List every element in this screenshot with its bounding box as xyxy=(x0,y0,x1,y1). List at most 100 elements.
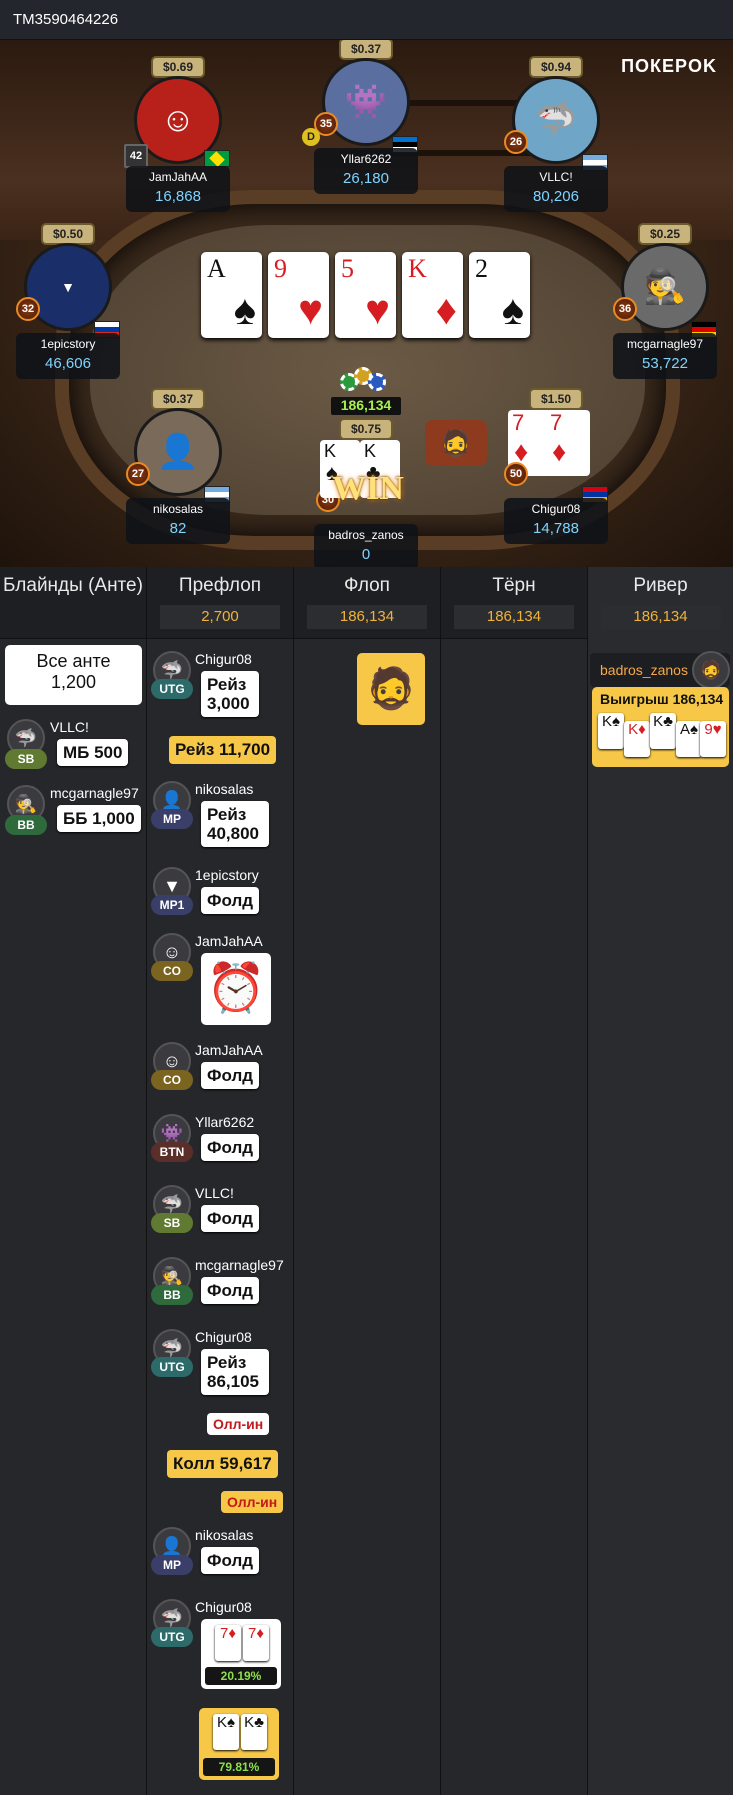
player-name: Yllar6262 xyxy=(195,1114,255,1130)
column-pot: 186,134 xyxy=(454,605,574,629)
seat-nikosalas[interactable]: $0.37 👤 27 nikosalas 82 xyxy=(118,390,238,560)
ante-box: Все анте 1,200 xyxy=(5,645,142,705)
mini-card: K♠ xyxy=(598,713,624,749)
player-plate: VLLC! 80,206 xyxy=(504,166,608,212)
player-name: VLLC! xyxy=(539,170,573,184)
action-box: Фолд xyxy=(201,1062,260,1089)
mini-card: 7♦ xyxy=(243,1625,269,1661)
equity-label: 20.19% xyxy=(205,1667,277,1685)
lucky-you-icon: ▼ xyxy=(24,243,112,331)
position-badge: UTG xyxy=(151,679,193,699)
board-card: A ♠ xyxy=(201,252,262,338)
alarm-clock-icon: ⏰ xyxy=(201,953,271,1025)
player-plate: JamJahAA 16,868 xyxy=(126,166,230,212)
hand-history: Блайнды (Анте) Все анте 1,200 🦈 SB VLLC!… xyxy=(0,567,733,1795)
seat-bet: $0.94 xyxy=(530,58,582,76)
action-box: Фолд xyxy=(201,1277,260,1304)
player-stack: 82 xyxy=(169,520,187,537)
column-title: Флоп xyxy=(344,575,390,596)
player-stack: 26,180 xyxy=(343,170,389,187)
seat-vllc[interactable]: $0.94 🦈 26 VLLC! 80,206 xyxy=(496,58,616,228)
player-name: mcgarnagle97 xyxy=(195,1257,284,1273)
card-rank: K xyxy=(364,441,377,461)
position-badge: CO xyxy=(151,961,193,981)
player-stack: 80,206 xyxy=(533,188,579,205)
column-pot: 186,134 xyxy=(307,605,427,629)
card-suit: ♠ xyxy=(233,286,256,333)
column-pot: 2,700 xyxy=(160,605,280,629)
player-name: mcgarnagle97 xyxy=(626,337,704,351)
player-name: 1epicstory xyxy=(40,337,96,351)
flag-brazil-icon xyxy=(204,150,230,167)
column-river: Ривер 186,134 badros_zanos 🧔 Выигрыш 186… xyxy=(588,567,733,1795)
player-name: Chigur08 xyxy=(195,651,252,667)
hero-avatar-icon: 🧔 xyxy=(692,651,730,689)
card-rank: K xyxy=(408,254,427,283)
seat-yllar6262[interactable]: $0.37 👾 35 D Yllar6262 26,180 xyxy=(302,40,426,210)
seat-mcgarnagle97[interactable]: $0.25 🕵 36 mcgarnagle97 53,722 xyxy=(605,225,725,395)
shark-icon: 🦈 xyxy=(512,76,600,164)
action-box: Рейз 40,800 xyxy=(201,801,269,847)
mini-card: K♦ xyxy=(624,721,650,757)
player-plate: Chigur08 14,788 xyxy=(504,498,608,544)
column-pot: 186,134 xyxy=(600,605,721,629)
card-rank: 2 xyxy=(475,254,488,283)
player-name: JamJahAA xyxy=(195,1042,263,1058)
seat-jamjahaa[interactable]: $0.69 ☺ 42 JamJahAA 16,868 xyxy=(118,58,238,228)
seat-1epicstory[interactable]: $0.50 ▼ 32 1epicstory 46,606 xyxy=(8,225,128,395)
action-box: Рейз 86,105 xyxy=(201,1349,269,1395)
win-amount: Выигрыш 186,134 xyxy=(600,691,724,707)
player-name: badros_zanos xyxy=(328,528,404,542)
level-badge: 27 xyxy=(126,462,150,486)
winner-row: badros_zanos 🧔 xyxy=(590,651,730,689)
emoji-bubble-icon[interactable]: 🧔 xyxy=(425,420,487,466)
column-preflop: Префлоп 2,700 🦈 UTG Chigur08 Рейз 3,000 … xyxy=(147,567,294,1795)
column-blinds: Блайнды (Анте) Все анте 1,200 🦈 SB VLLC!… xyxy=(0,567,147,1795)
column-title: Префлоп xyxy=(178,575,262,596)
card-suit: ♦ xyxy=(435,286,457,333)
mini-card: 9♥ xyxy=(700,721,726,757)
shown-cards-box: 7♦ 7♦ 20.19% xyxy=(201,1619,281,1689)
player-name: nikosalas xyxy=(195,781,254,797)
hero-action-box: Колл 59,617 xyxy=(167,1450,278,1478)
hand-id: TM3590464226 xyxy=(13,11,119,28)
player-name: 1epicstory xyxy=(195,867,259,883)
player-name: JamJahAA xyxy=(195,933,263,949)
seat-chigur08[interactable]: $1.50 7 ♦ 7 ♦ 50 Chigur08 14,788 xyxy=(496,390,616,560)
card-suit: ♠ xyxy=(501,286,524,333)
player-stack: 14,788 xyxy=(533,520,579,537)
winner-name: badros_zanos xyxy=(600,662,688,678)
position-badge: BTN xyxy=(151,1142,193,1162)
position-badge: UTG xyxy=(151,1357,193,1377)
seat-bet: $1.50 xyxy=(530,390,582,408)
pot-total: 186,134 xyxy=(331,397,401,415)
player-plate: nikosalas 82 xyxy=(126,498,230,544)
mini-card: A♠ xyxy=(676,721,702,757)
player-name: Chigur08 xyxy=(195,1599,252,1615)
level-badge: 26 xyxy=(504,130,528,154)
brand-logo: ПОКЕРOK xyxy=(621,56,717,76)
player-name: nikosalas xyxy=(152,502,204,516)
player-name: Chigur08 xyxy=(531,502,581,516)
column-title: Ривер xyxy=(633,575,688,596)
hero-shown-cards-box: K♠ K♣ 79.81% xyxy=(199,1708,279,1780)
dealer-button-icon: D xyxy=(302,128,320,146)
action-box: МБ 500 xyxy=(57,739,129,766)
action-box: ББ 1,000 xyxy=(57,805,141,832)
player-name: JamJahAA xyxy=(148,170,208,184)
seat-bet: $0.25 xyxy=(639,225,691,243)
player-name: VLLC! xyxy=(195,1185,234,1201)
card-suit: ♥ xyxy=(298,286,323,333)
action-box: Фолд xyxy=(201,1134,260,1161)
card-rank: K xyxy=(324,441,337,461)
ante-label: Все анте xyxy=(36,651,111,671)
level-badge: 36 xyxy=(613,297,637,321)
mini-card: 7♦ xyxy=(215,1625,241,1661)
card-suit: ♦ xyxy=(552,436,567,467)
player-plate: badros_zanos 0 xyxy=(314,524,418,567)
player-name: mcgarnagle97 xyxy=(50,785,139,801)
card-rank: 7 xyxy=(512,410,525,435)
level-badge: 32 xyxy=(16,297,40,321)
board-card: 2 ♠ xyxy=(469,252,530,338)
column-flop: Флоп 186,134 🧔 xyxy=(294,567,441,1795)
